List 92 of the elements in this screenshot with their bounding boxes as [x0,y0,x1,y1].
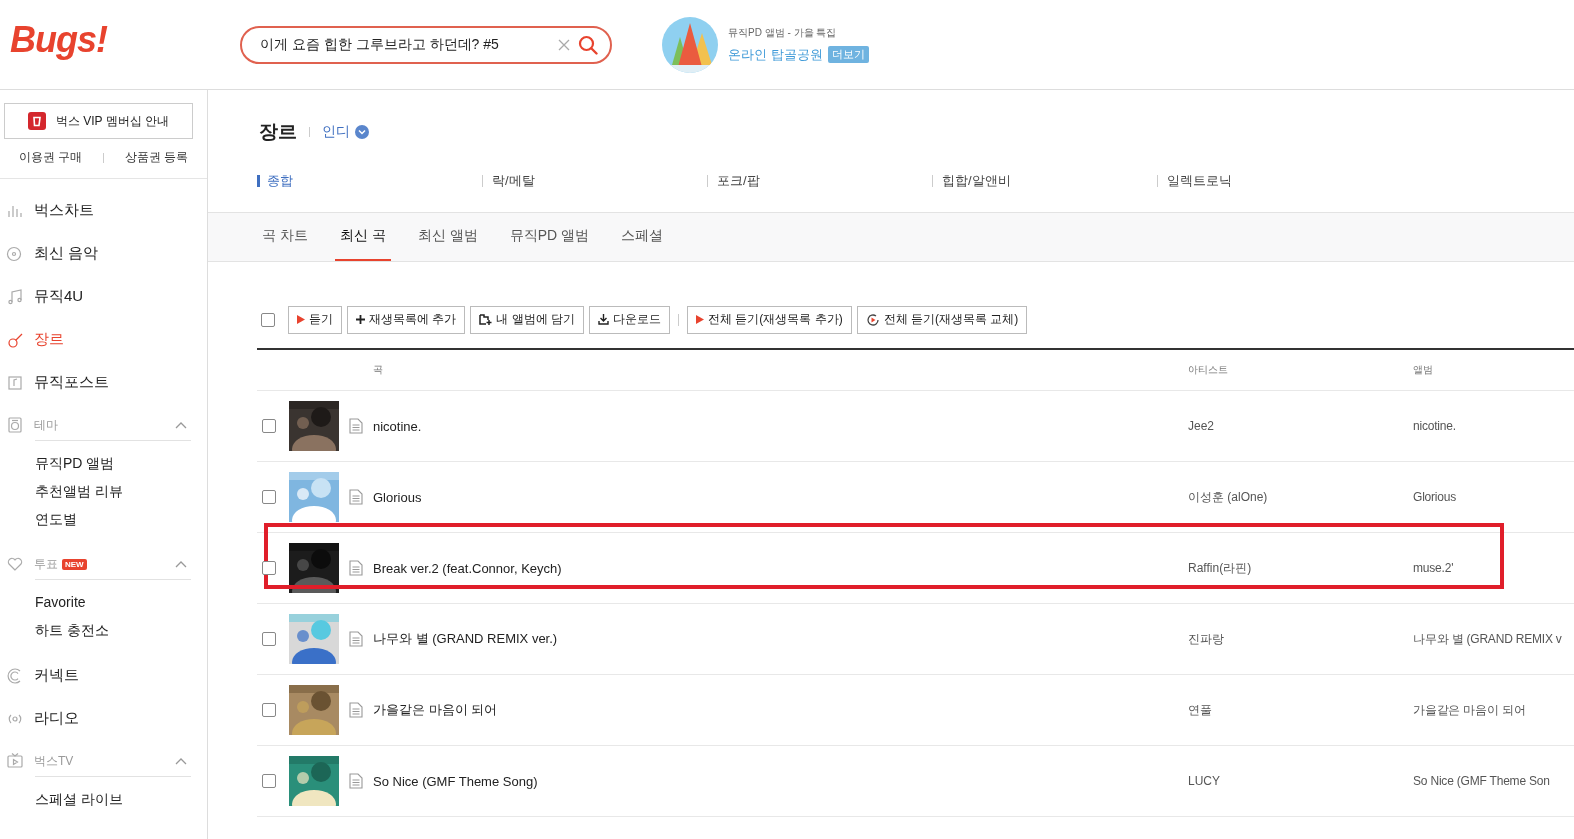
search-input[interactable]: 이게 요즘 힙한 그루브라고 하던데? #5 [258,35,550,54]
subgenre-link[interactable]: 힙합/알앤비 [932,175,1157,187]
replay-icon [865,312,880,327]
toolbar-button[interactable]: 전체 듣기(재생목록 추가) [687,305,852,334]
album-name[interactable]: 가을같은 마음이 되어 [1413,701,1574,719]
nav-item[interactable]: 벅스차트 [0,189,207,232]
column-header: 곡 [373,363,384,377]
bugs-logo[interactable]: Bugs! [0,18,240,61]
album-name[interactable]: muse.2' [1413,561,1574,575]
toolbar-button[interactable]: 다운로드 [589,305,670,334]
search-bar[interactable]: 이게 요즘 힙한 그루브라고 하던데? #5 [240,25,612,64]
subgenre-link[interactable]: 포크/팝 [707,175,932,187]
subgenre-link[interactable]: 종합 [257,175,482,187]
nav-subitem[interactable]: 뮤직PD 앨범 [35,449,191,477]
tab[interactable]: 최신 곡 [334,213,391,261]
nav-item[interactable]: 라디오 [0,697,207,740]
album-name[interactable]: nicotine. [1413,419,1574,433]
dropdown-icon [355,125,369,139]
document-icon [6,373,24,392]
song-title[interactable]: 나무와 별 (GRAND REMIX ver.) [373,630,1188,648]
lyrics-icon[interactable] [349,773,363,789]
artist-name[interactable]: 진파랑 [1188,630,1413,648]
tab[interactable]: 곡 차트 [257,213,313,261]
tv-icon [6,752,24,770]
toolbar-button[interactable]: 듣기 [288,305,342,334]
genre-filter-dropdown[interactable]: 인디 [322,123,369,141]
nav-item[interactable]: 뮤직4U [0,275,207,318]
nav-subitem[interactable]: 하트 충전소 [35,616,191,644]
tab[interactable]: 최신 앨범 [412,213,483,261]
column-header: 아티스트 [1188,363,1229,377]
nav-subitem[interactable]: 추천앨범 리뷰 [35,477,191,505]
play-icon [297,315,305,324]
chevron-icon[interactable] [175,757,187,765]
folder-add-icon [479,314,493,325]
search-icon[interactable] [578,34,598,55]
row-checkbox[interactable] [262,774,276,788]
lyrics-icon[interactable] [349,702,363,718]
row-checkbox[interactable] [262,419,276,433]
lyrics-icon[interactable] [349,418,363,434]
row-checkbox[interactable] [262,703,276,717]
select-all-checkbox[interactable] [261,312,275,327]
nav-subitem[interactable]: 연도별 [35,505,191,533]
play-icon [696,315,704,324]
speaker-icon [6,416,24,434]
chevron-icon[interactable] [175,560,187,568]
nav-subitem[interactable]: Favorite [35,588,191,616]
nav-item[interactable]: 최신 음악 [0,232,207,275]
album-name[interactable]: Glorious [1413,490,1574,504]
promo-subtitle: 뮤직PD 앨범 - 가을 특집 [728,25,838,40]
chevron-icon[interactable] [175,421,187,429]
row-checkbox[interactable] [262,561,276,575]
sidebar-link[interactable]: 이용권 구매 [18,149,82,166]
disc-icon [6,244,24,263]
column-header: 앨범 [1413,363,1434,377]
nav-subitem[interactable]: 스페셜 라이브 [35,785,191,813]
tab[interactable]: 뮤직PD 앨범 [504,213,594,261]
artist-name[interactable]: Jee2 [1188,419,1413,433]
lyrics-icon[interactable] [349,489,363,505]
plus-icon [356,315,365,324]
artist-name[interactable]: LUCY [1188,774,1413,788]
vip-membership-button[interactable]: 벅스 VIP 멤버십 안내 [4,103,193,139]
nav-item[interactable]: 뮤직포스트 [0,361,207,404]
subgenre-link[interactable]: 일렉트로닉 [1157,175,1382,187]
toolbar-button[interactable]: 전체 듣기(재생목록 교체) [856,305,1028,334]
new-badge: NEW [62,558,87,570]
lyrics-icon[interactable] [349,560,363,576]
nav-item[interactable]: 장르 [0,318,207,361]
toolbar-button[interactable]: 재생목록에 추가 [347,305,466,334]
row-checkbox[interactable] [262,632,276,646]
song-title[interactable]: 가을같은 마음이 되어 [373,701,1188,719]
song-title[interactable]: nicotine. [373,418,1188,434]
album-name[interactable]: 나무와 별 (GRAND REMIX v [1413,630,1574,648]
song-title[interactable]: Break ver.2 (feat.Connor, Keych) [373,560,1188,576]
clear-icon[interactable] [558,38,570,51]
vip-logo-icon [27,112,46,130]
artist-name[interactable]: 이성훈 (alOne) [1188,488,1413,506]
song-title[interactable]: Glorious [373,489,1188,505]
subgenre-link[interactable]: 락/메탈 [482,175,707,187]
tab[interactable]: 스페셜 [616,213,668,261]
album-name[interactable]: So Nice (GMF Theme Son [1413,774,1574,788]
lyrics-icon[interactable] [349,631,363,647]
artist-name[interactable]: Raffin(라핀) [1188,559,1413,577]
sidebar-link[interactable]: 상품권 등록 [125,149,189,166]
music-note-icon [6,287,24,306]
page-title: 장르 [259,120,297,144]
toolbar-button[interactable]: 내 앨범에 담기 [470,305,584,334]
song-title[interactable]: So Nice (GMF Theme Song) [373,773,1188,789]
artist-name[interactable]: 연풀 [1188,701,1413,719]
download-icon [598,314,609,325]
row-checkbox[interactable] [262,490,276,504]
nav-item[interactable]: 커넥트 [0,654,207,697]
heart-icon [6,555,24,573]
